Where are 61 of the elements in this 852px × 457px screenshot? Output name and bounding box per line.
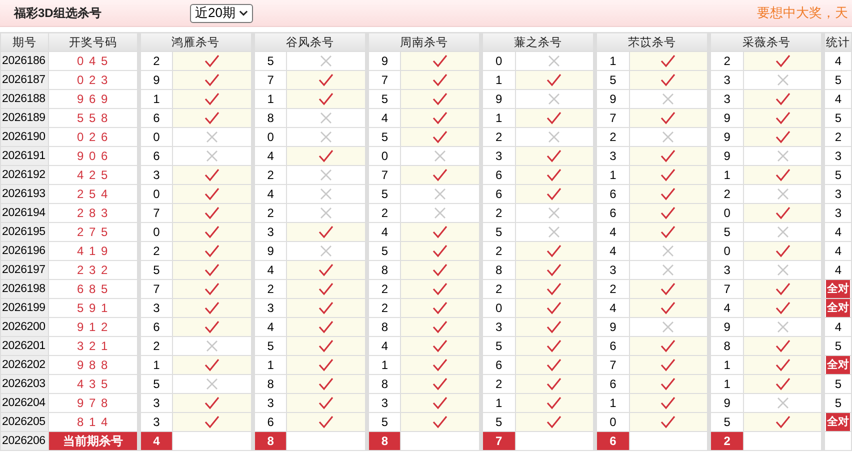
period-cell: 2026188 (0, 90, 49, 108)
stat-count: 4 (834, 320, 842, 334)
period-cell: 2026194 (0, 204, 49, 222)
period-cell: 2026199 (0, 298, 49, 318)
period-cell: 2026193 (0, 184, 49, 204)
stat-count: 3 (834, 149, 842, 163)
current-kill-number: 8 (366, 432, 401, 450)
current-kill-number: 7 (481, 432, 516, 450)
column-header: 谷风杀号 (252, 32, 367, 52)
current-kill-label: 当前期杀号 (48, 432, 139, 450)
caret-icon (239, 10, 248, 16)
all-correct-badge: 全对 (826, 356, 850, 374)
period-cell: 2026190 (0, 128, 49, 146)
stat-count: 5 (834, 111, 842, 125)
period-cell: 2026200 (0, 318, 49, 336)
period-cell: 2026186 (0, 52, 49, 70)
period-cell: 2026206 (0, 432, 49, 450)
current-kill-number: 8 (252, 432, 287, 450)
stat-count: 5 (834, 73, 842, 87)
all-correct-badge: 全对 (826, 299, 850, 317)
column-header: 蒹之杀号 (481, 32, 596, 52)
current-kill-number: 6 (595, 432, 630, 450)
period-cell: 2026205 (0, 412, 49, 432)
period-cell: 2026195 (0, 222, 49, 242)
slogan-text: 要想中大奖，天 (757, 4, 849, 22)
period-cell: 2026202 (0, 356, 49, 374)
column-header: 开奖号码 (48, 32, 139, 52)
all-correct-badge: 全对 (826, 413, 850, 431)
stat-count: 5 (834, 168, 842, 182)
period-cell: 2026203 (0, 374, 49, 394)
stat-count: 5 (834, 396, 842, 410)
stat-count: 4 (834, 244, 842, 258)
current-kill-number: 4 (138, 432, 173, 450)
stat-count: 4 (834, 54, 842, 68)
period-cell: 2026191 (0, 146, 49, 166)
period-cell: 2026187 (0, 70, 49, 90)
column-header: 鸿雁杀号 (138, 32, 253, 52)
all-correct-badge: 全对 (826, 280, 850, 298)
period-cell: 2026197 (0, 260, 49, 280)
page-title: 福彩3D组选杀号 (14, 4, 102, 22)
column-header: 采薇杀号 (709, 32, 824, 52)
column-header: 芣苡杀号 (595, 32, 710, 52)
period-cell: 2026192 (0, 166, 49, 184)
stat-count: 3 (834, 187, 842, 201)
stat-count: 4 (834, 92, 842, 106)
stat-count: 4 (834, 225, 842, 239)
stat-count: 4 (834, 263, 842, 277)
column-header: 统计 (823, 32, 852, 52)
current-kill-number: 2 (709, 432, 744, 450)
stat-count: 5 (834, 339, 842, 353)
stat-count: 3 (834, 206, 842, 220)
period-cell: 2026204 (0, 394, 49, 412)
period-cell: 2026198 (0, 280, 49, 298)
column-header: 周南杀号 (366, 32, 482, 52)
stat-count: 2 (834, 130, 842, 144)
column-header: 期号 (0, 32, 49, 52)
stat-count: 5 (834, 377, 842, 391)
period-cell: 2026189 (0, 108, 49, 128)
period-cell: 2026201 (0, 336, 49, 356)
period-cell: 2026196 (0, 242, 49, 260)
period-dropdown[interactable]: 近20期 (190, 4, 254, 22)
